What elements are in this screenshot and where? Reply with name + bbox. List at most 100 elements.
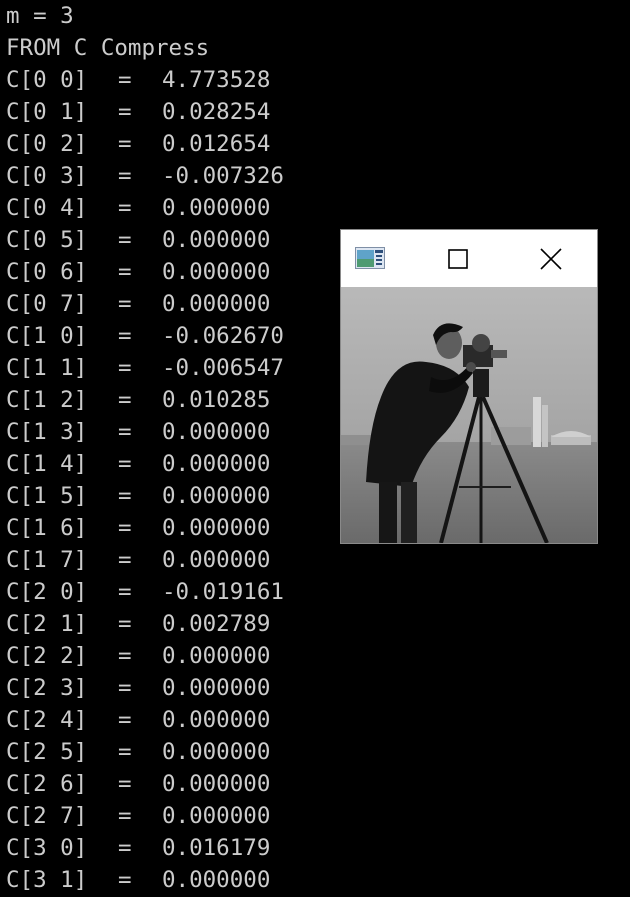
- equals-sign: =: [118, 323, 132, 349]
- coefficient-value: 4.773528: [162, 67, 271, 93]
- image-window-titlebar[interactable]: [341, 230, 597, 287]
- coefficient-row: C[0 7] = 0.000000: [6, 288, 270, 320]
- coefficient-value: 0.000000: [162, 675, 271, 701]
- coefficient-row: C[0 1] = 0.028254: [6, 96, 270, 128]
- coefficient-label: C[0 5]: [6, 227, 88, 253]
- coefficient-value: 0.002789: [162, 611, 271, 637]
- equals-sign: =: [118, 99, 132, 125]
- equals-sign: =: [118, 707, 132, 733]
- coefficient-row: C[1 5] = 0.000000: [6, 480, 270, 512]
- coefficient-row: C[2 4] = 0.000000: [6, 704, 270, 736]
- close-icon: [540, 248, 562, 270]
- equals-sign: =: [118, 643, 132, 669]
- coefficient-label: C[0 4]: [6, 195, 88, 221]
- coefficient-value: -0.007326: [162, 163, 284, 189]
- coefficient-value: -0.062670: [162, 323, 284, 349]
- equals-sign: =: [118, 675, 132, 701]
- maximize-button[interactable]: [442, 243, 474, 275]
- coefficient-label: C[3 0]: [6, 835, 88, 861]
- coefficient-label: C[1 0]: [6, 323, 88, 349]
- coefficient-value: 0.000000: [162, 547, 271, 573]
- coefficient-value: 0.000000: [162, 707, 271, 733]
- coefficient-label: C[1 5]: [6, 483, 88, 509]
- coefficient-value: 0.000000: [162, 227, 271, 253]
- equals-sign: =: [118, 387, 132, 413]
- coefficient-row: C[2 7] = 0.000000: [6, 800, 270, 832]
- equals-sign: =: [118, 131, 132, 157]
- equals-sign: =: [118, 227, 132, 253]
- coefficient-label: C[1 6]: [6, 515, 88, 541]
- coefficient-value: 0.000000: [162, 739, 271, 765]
- coefficient-label: C[0 0]: [6, 67, 88, 93]
- coefficient-row: C[0 0] = 4.773528: [6, 64, 270, 96]
- coefficient-label: C[0 7]: [6, 291, 88, 317]
- equals-sign: =: [118, 867, 132, 893]
- coefficient-label: C[2 0]: [6, 579, 88, 605]
- coefficient-row: C[2 3] = 0.000000: [6, 672, 270, 704]
- coefficient-label: C[1 4]: [6, 451, 88, 477]
- equals-sign: =: [118, 67, 132, 93]
- coefficient-row: C[1 2] = 0.010285: [6, 384, 270, 416]
- equals-sign: =: [118, 451, 132, 477]
- coefficient-label: C[2 7]: [6, 803, 88, 829]
- coefficient-row: C[2 6] = 0.000000: [6, 768, 270, 800]
- coefficient-value: 0.000000: [162, 451, 271, 477]
- coefficient-row: C[3 0] = 0.016179: [6, 832, 270, 864]
- coefficient-value: 0.000000: [162, 291, 271, 317]
- coefficient-value: 0.000000: [162, 195, 271, 221]
- console-line-from: FROM C Compress: [6, 35, 210, 61]
- equals-sign: =: [118, 803, 132, 829]
- coefficient-label: C[1 1]: [6, 355, 88, 381]
- coefficient-row: C[2 5] = 0.000000: [6, 736, 270, 768]
- coefficient-row: C[1 1] = -0.006547: [6, 352, 284, 384]
- coefficient-label: C[0 6]: [6, 259, 88, 285]
- equals-sign: =: [118, 195, 132, 221]
- coefficient-row: C[3 1] = 0.000000: [6, 864, 270, 896]
- coefficient-label: C[3 1]: [6, 867, 88, 893]
- equals-sign: =: [118, 259, 132, 285]
- cameraman-image: [341, 287, 597, 543]
- coefficient-label: C[1 7]: [6, 547, 88, 573]
- app-window-icon: [355, 247, 385, 269]
- image-window[interactable]: [340, 229, 598, 544]
- coefficient-label: C[2 5]: [6, 739, 88, 765]
- equals-sign: =: [118, 163, 132, 189]
- equals-sign: =: [118, 835, 132, 861]
- coefficient-label: C[2 3]: [6, 675, 88, 701]
- coefficient-value: 0.000000: [162, 867, 271, 893]
- coefficient-row: C[1 7] = 0.000000: [6, 544, 270, 576]
- coefficient-label: C[2 2]: [6, 643, 88, 669]
- coefficient-value: 0.028254: [162, 99, 271, 125]
- equals-sign: =: [118, 739, 132, 765]
- coefficient-value: -0.019161: [162, 579, 284, 605]
- coefficient-label: C[1 2]: [6, 387, 88, 413]
- coefficient-row: C[0 4] = 0.000000: [6, 192, 270, 224]
- coefficient-value: 0.012654: [162, 131, 271, 157]
- equals-sign: =: [118, 611, 132, 637]
- coefficient-value: 0.000000: [162, 771, 271, 797]
- coefficient-label: C[1 3]: [6, 419, 88, 445]
- coefficient-label: C[2 1]: [6, 611, 88, 637]
- coefficient-value: -0.006547: [162, 355, 284, 381]
- coefficient-value: 0.010285: [162, 387, 271, 413]
- equals-sign: =: [118, 579, 132, 605]
- coefficient-value: 0.000000: [162, 643, 271, 669]
- coefficient-row: C[0 3] = -0.007326: [6, 160, 284, 192]
- coefficient-row: C[2 0] = -0.019161: [6, 576, 284, 608]
- equals-sign: =: [118, 483, 132, 509]
- coefficient-row: C[2 2] = 0.000000: [6, 640, 270, 672]
- coefficient-label: C[2 4]: [6, 707, 88, 733]
- equals-sign: =: [118, 515, 132, 541]
- coefficient-label: C[0 3]: [6, 163, 88, 189]
- close-button[interactable]: [535, 243, 567, 275]
- equals-sign: =: [118, 419, 132, 445]
- coefficient-row: C[1 3] = 0.000000: [6, 416, 270, 448]
- coefficient-value: 0.016179: [162, 835, 271, 861]
- coefficient-row: C[0 2] = 0.012654: [6, 128, 270, 160]
- coefficient-value: 0.000000: [162, 803, 271, 829]
- equals-sign: =: [118, 771, 132, 797]
- coefficient-row: C[1 0] = -0.062670: [6, 320, 284, 352]
- console-line-m: m = 3: [6, 3, 74, 29]
- coefficient-value: 0.000000: [162, 259, 271, 285]
- coefficient-value: 0.000000: [162, 419, 271, 445]
